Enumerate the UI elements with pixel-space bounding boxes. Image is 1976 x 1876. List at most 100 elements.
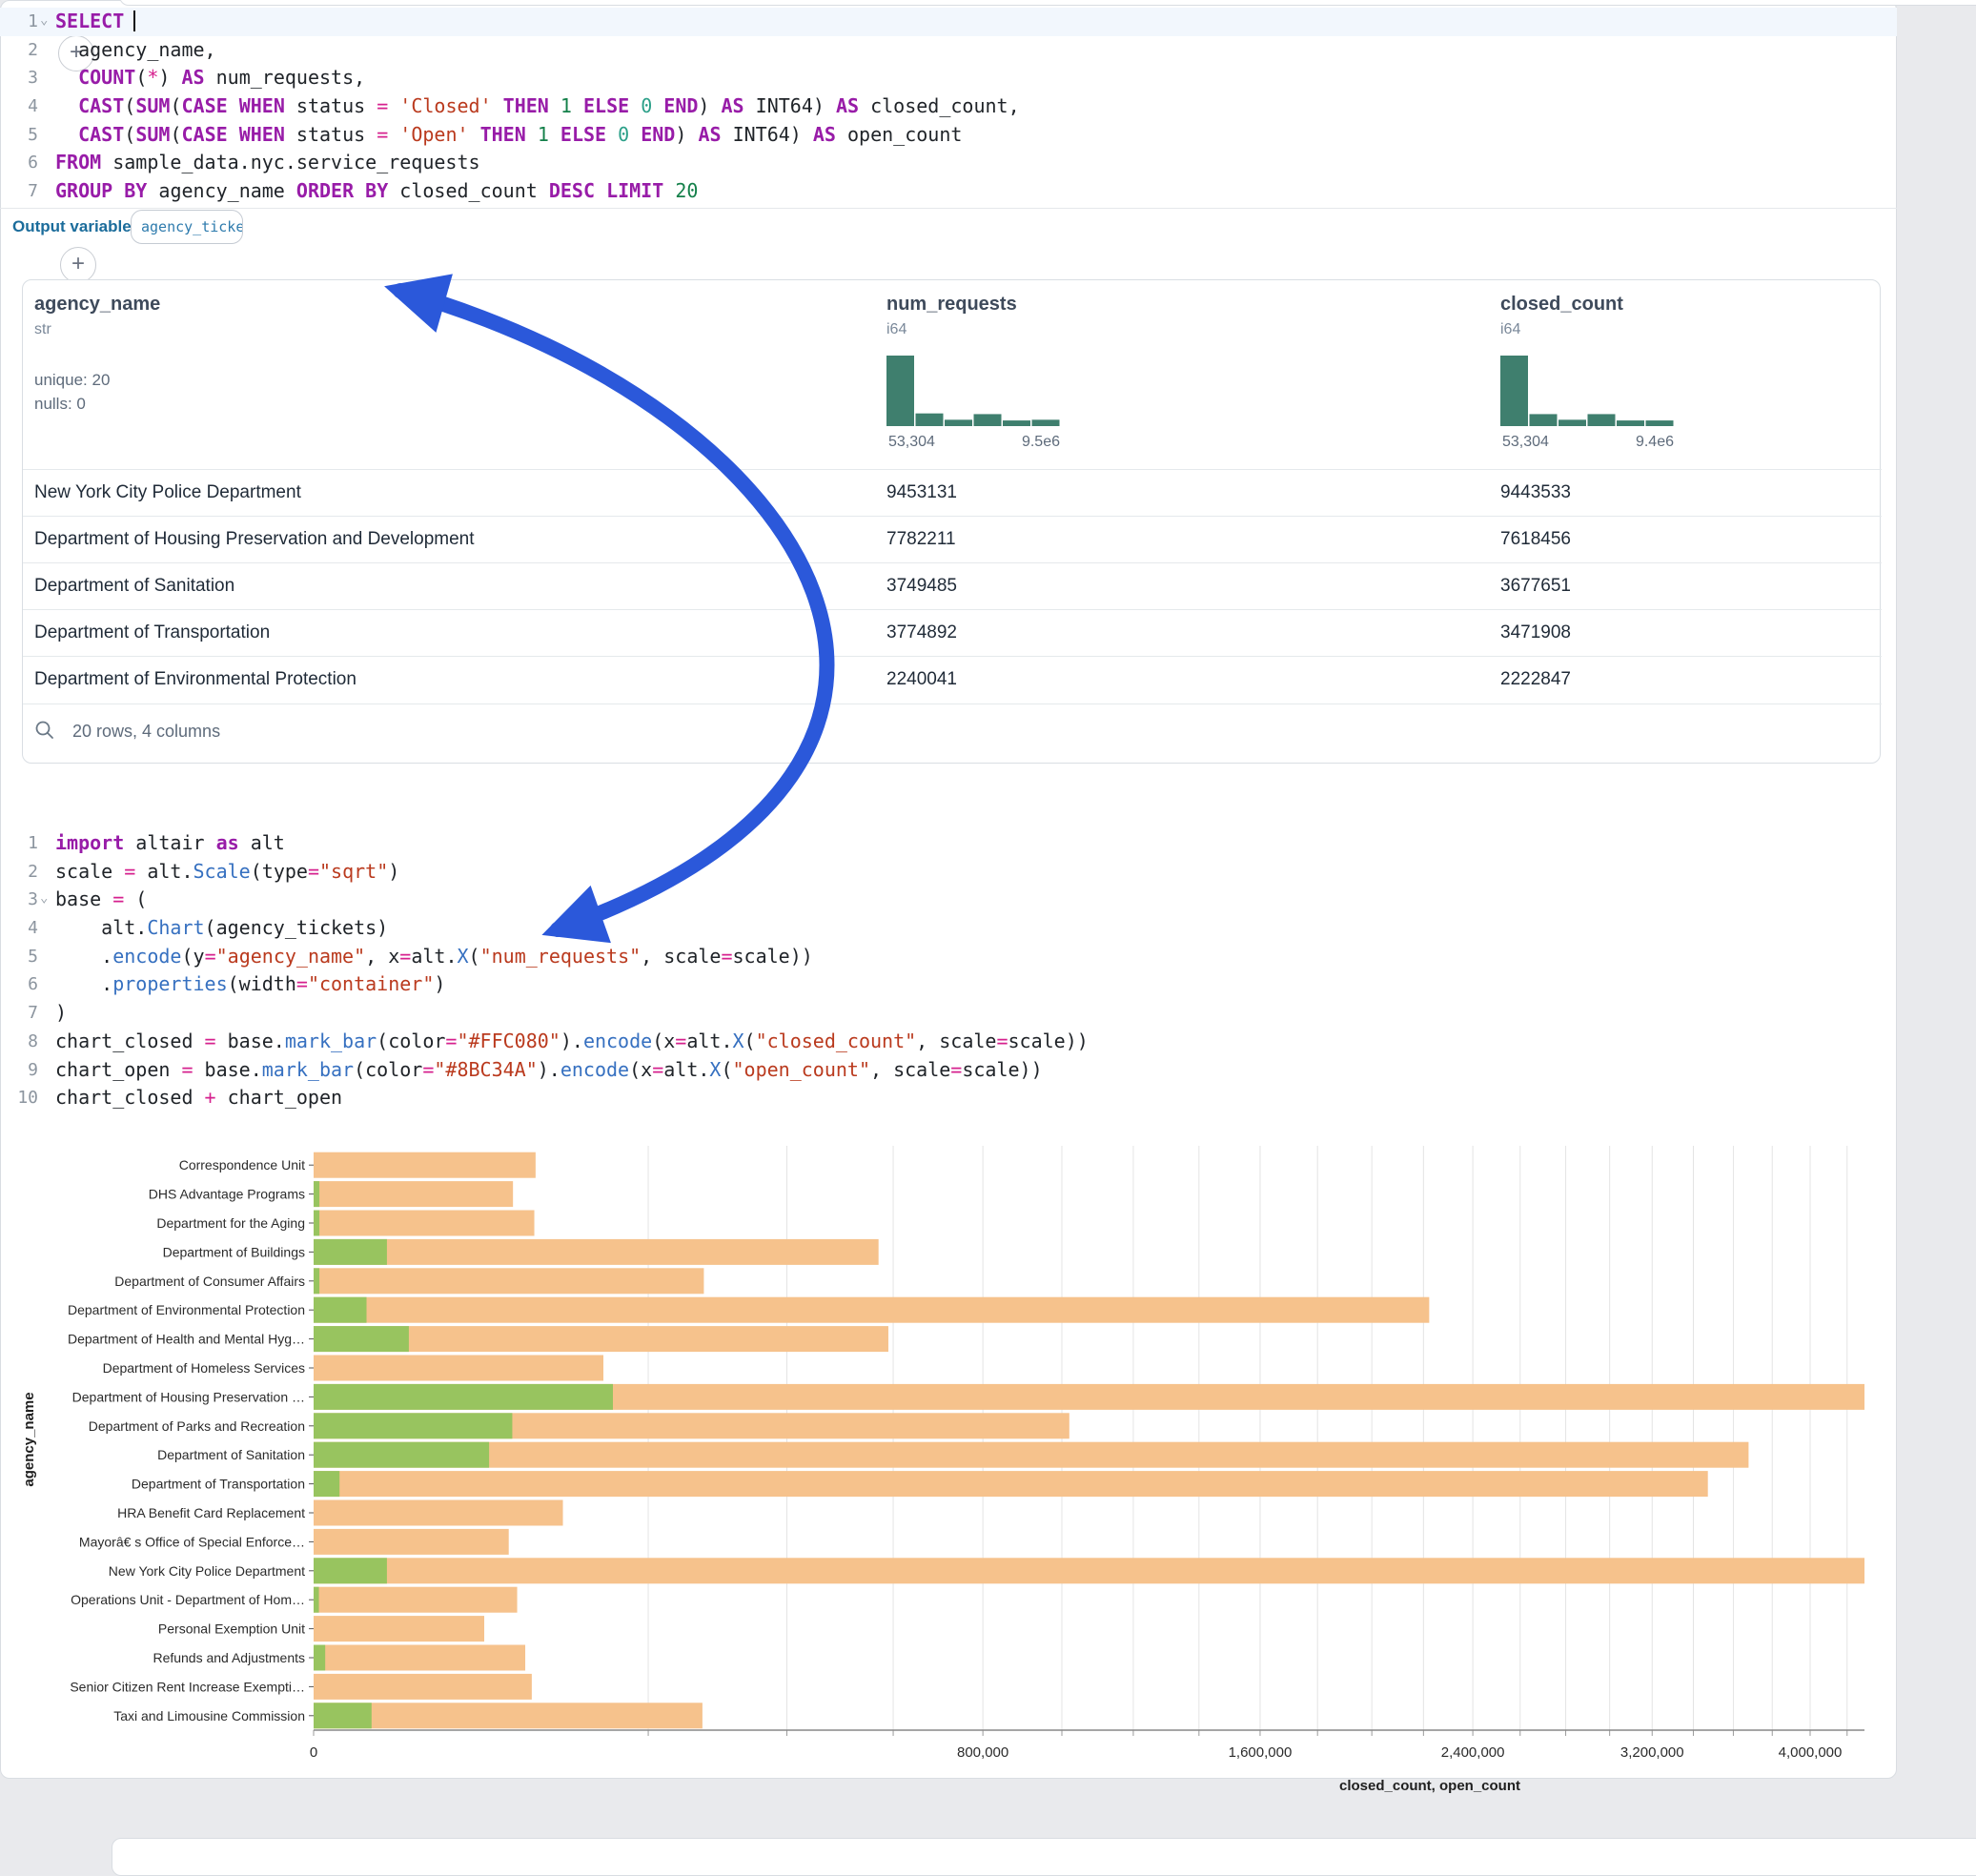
table-cell: Department of Environmental Protection — [34, 669, 356, 690]
table-row: Department of Environmental Protection 22… — [23, 656, 1882, 703]
bar-closed — [314, 1558, 1864, 1583]
bar-open — [314, 1442, 489, 1468]
y-axis-label: Department for the Aging — [156, 1215, 305, 1231]
code-line[interactable]: 2scale = alt.Scale(type="sqrt") — [0, 858, 1897, 887]
code-line[interactable]: 1import altair as alt — [0, 829, 1897, 858]
y-axis-label: Mayorâ€ s Office of Special Enforce… — [79, 1534, 305, 1549]
line-number: 10 — [0, 1084, 38, 1112]
line-number: 4 — [0, 92, 38, 121]
y-axis-label: New York City Police Department — [109, 1563, 305, 1579]
bar-chart: Correspondence UnitDHS Advantage Program… — [0, 1144, 1864, 1779]
code-line[interactable]: 3 COUNT(*) AS num_requests, — [0, 64, 1897, 92]
table-cell: 2222847 — [1500, 669, 1571, 690]
sql-editor[interactable]: 1⌄SELECT2 agency_name,3 COUNT(*) AS num_… — [0, 8, 1897, 206]
column-header-closed-count[interactable]: closed_count i64 53,3049.4e6 — [1500, 294, 1676, 456]
code-line[interactable]: 8chart_closed = base.mark_bar(color="#FF… — [0, 1028, 1897, 1056]
table-cell: 9443533 — [1500, 482, 1571, 503]
column-type: i64 — [1500, 321, 1676, 338]
table-row: Department of Sanitation37494853677651 — [23, 562, 1882, 609]
column-type: i64 — [886, 321, 1062, 338]
code-line[interactable]: 1⌄SELECT — [0, 8, 1897, 36]
code-line[interactable]: 6FROM sample_data.nyc.service_requests — [0, 149, 1897, 177]
table-row: Department of Transportation377489234719… — [23, 609, 1882, 656]
line-number: 7 — [0, 177, 38, 206]
code-line[interactable]: 5 .encode(y="agency_name", x=alt.X("num_… — [0, 943, 1897, 971]
collapse-chevron-icon[interactable]: ⌄ — [40, 885, 48, 913]
line-number: 8 — [0, 1028, 38, 1056]
column-type: str — [34, 321, 160, 338]
y-axis-label: Department of Environmental Protection — [68, 1302, 305, 1317]
line-number: 9 — [0, 1056, 38, 1085]
next-cell-edge — [112, 1838, 1976, 1876]
bar-closed — [314, 1239, 879, 1265]
bar-open — [314, 1413, 512, 1438]
line-number: 7 — [0, 999, 38, 1028]
bar-closed — [314, 1471, 1708, 1497]
search-icon[interactable] — [34, 720, 55, 741]
column-name: agency_name — [34, 294, 160, 316]
python-editor[interactable]: 1import altair as alt2scale = alt.Scale(… — [0, 829, 1897, 1112]
y-axis-label: Refunds and Adjustments — [153, 1650, 305, 1665]
table-cell: Department of Transportation — [34, 622, 270, 643]
bar-closed — [314, 1356, 603, 1381]
output-variable-label: Output variable: — [12, 217, 136, 236]
output-variable-pill[interactable]: agency_tickets — [131, 210, 243, 244]
bar-open — [314, 1703, 372, 1728]
y-axis-label: Department of Health and Mental Hyg… — [68, 1332, 305, 1347]
previous-cell-edge — [119, 0, 1976, 6]
line-number: 1 — [0, 829, 38, 858]
table-rows: New York City Police Department945313194… — [23, 469, 1882, 703]
bar-closed — [314, 1211, 535, 1236]
column-histogram: 53,3049.5e6 — [886, 352, 1062, 456]
bar-open — [314, 1239, 387, 1265]
code-line[interactable]: 6 .properties(width="container") — [0, 970, 1897, 999]
code-line[interactable]: 3⌄base = ( — [0, 886, 1897, 914]
code-line[interactable]: 5 CAST(SUM(CASE WHEN status = 'Open' THE… — [0, 121, 1897, 150]
column-name: closed_count — [1500, 294, 1676, 316]
code-line[interactable]: 4 CAST(SUM(CASE WHEN status = 'Closed' T… — [0, 92, 1897, 121]
column-header-num-requests[interactable]: num_requests i64 53,3049.5e6 — [886, 294, 1062, 456]
table-cell: 7782211 — [886, 529, 956, 550]
dataframe-preview: agency_name str unique: 20 nulls: 0 num_… — [22, 279, 1881, 764]
line-number: 2 — [0, 858, 38, 887]
y-axis-label: Department of Consumer Affairs — [114, 1274, 305, 1289]
code-line[interactable]: 2 agency_name, — [0, 36, 1897, 65]
table-cell: 3677651 — [1500, 576, 1571, 597]
code-line[interactable]: 7) — [0, 999, 1897, 1028]
line-number: 3 — [0, 886, 38, 914]
svg-text:53,304: 53,304 — [888, 434, 935, 450]
x-axis-tick-label: 1,600,000 — [1229, 1744, 1293, 1761]
x-axis-tick-label: 800,000 — [957, 1744, 1008, 1761]
cell-divider — [0, 208, 1897, 209]
code-line[interactable]: 10chart_closed + chart_open — [0, 1084, 1897, 1112]
collapse-chevron-icon[interactable]: ⌄ — [40, 7, 48, 35]
notebook-cell-panel: 1⌄SELECT2 agency_name,3 COUNT(*) AS num_… — [0, 0, 1897, 1779]
bar-open — [314, 1297, 367, 1323]
column-stat-nulls: nulls: 0 — [34, 395, 160, 414]
row-count-label: 20 rows, 4 columns — [72, 722, 220, 742]
code-line[interactable]: 9chart_open = base.mark_bar(color="#8BC3… — [0, 1056, 1897, 1085]
x-axis-tick-label: 0 — [310, 1744, 317, 1761]
y-axis-label: DHS Advantage Programs — [149, 1187, 305, 1202]
bar-open — [314, 1471, 339, 1497]
table-cell: 3774892 — [886, 622, 957, 643]
y-axis-label: Senior Citizen Rent Increase Exempti… — [70, 1679, 305, 1694]
bar-closed — [314, 1616, 484, 1642]
column-header-agency-name[interactable]: agency_name str unique: 20 nulls: 0 — [34, 294, 160, 414]
bar-closed — [314, 1703, 703, 1728]
y-axis-label: HRA Benefit Card Replacement — [117, 1505, 305, 1520]
line-number: 3 — [0, 64, 38, 92]
bar-open — [314, 1384, 613, 1410]
text-cursor — [133, 10, 135, 31]
bar-closed — [314, 1529, 509, 1555]
line-number: 6 — [0, 970, 38, 999]
add-cell-button-output[interactable]: + — [60, 247, 96, 283]
table-cell: 7618456 — [1500, 529, 1571, 550]
code-line[interactable]: 4 alt.Chart(agency_tickets) — [0, 914, 1897, 943]
x-axis-tick-label: 3,200,000 — [1620, 1744, 1684, 1761]
table-footer: 20 rows, 4 columns — [23, 704, 1882, 764]
x-axis-tick-label: 4,000,000 — [1779, 1744, 1843, 1761]
bar-closed — [314, 1645, 525, 1671]
code-line[interactable]: 7GROUP BY agency_name ORDER BY closed_co… — [0, 177, 1897, 206]
plus-icon: + — [71, 251, 85, 276]
